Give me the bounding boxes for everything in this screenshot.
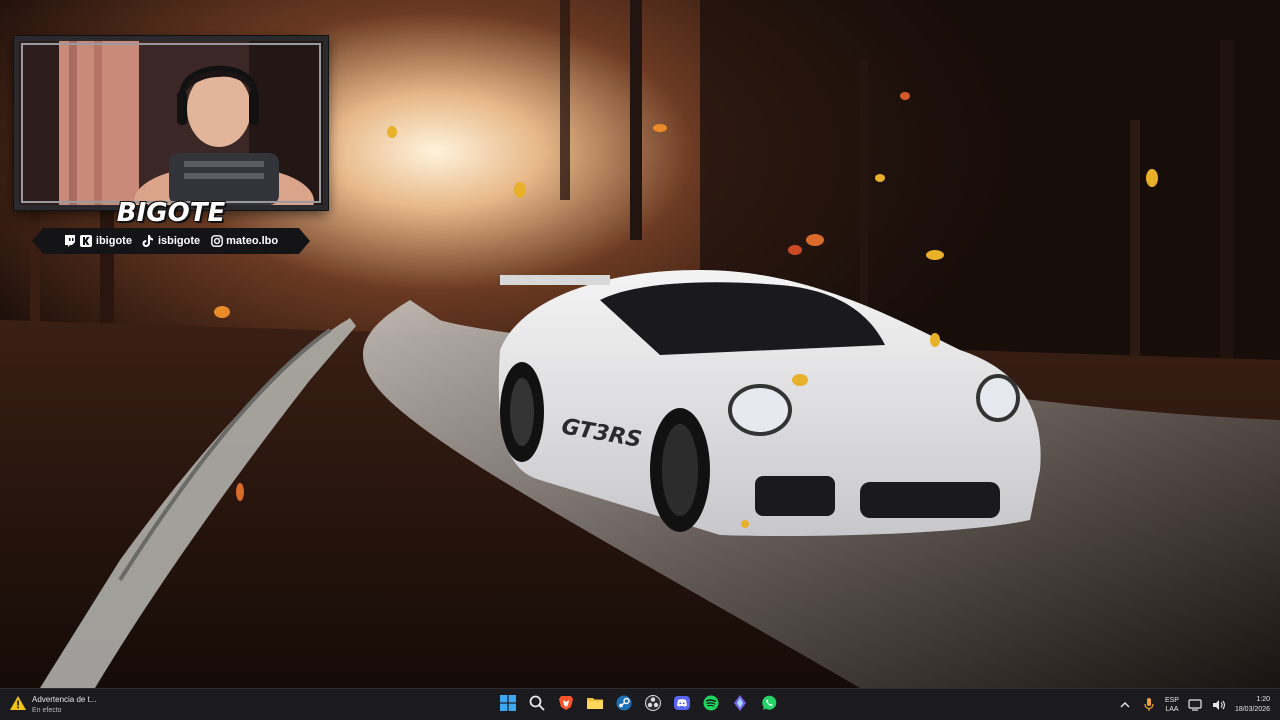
social-links-bar: ibigote isbigote mateo.lbo: [32, 228, 310, 254]
file-explorer-button[interactable]: [583, 692, 607, 718]
input-language-indicator[interactable]: ESP LAA: [1165, 696, 1179, 714]
language-code: ESP: [1164, 697, 1179, 704]
warning-icon: [10, 695, 26, 715]
discord-button[interactable]: [670, 692, 694, 718]
brave-browser-button[interactable]: [554, 692, 578, 718]
frame-corner: [300, 41, 323, 64]
frame-corner: [19, 41, 42, 64]
notification-title: Advertencia de t...: [32, 695, 97, 704]
webcam-overlay: BIGOTE ibigote isbigote mateo.lbo: [14, 36, 328, 258]
spotify-button[interactable]: [699, 692, 723, 718]
network-icon[interactable]: [1187, 697, 1203, 713]
chevron-up-icon[interactable]: [1117, 697, 1133, 713]
clock-date: 18/03/2026: [1234, 706, 1270, 713]
keyboard-layout: LAA: [1165, 706, 1179, 713]
search-button[interactable]: [525, 692, 549, 718]
taskbar: Advertencia de t... En efecto ESP LAA 1:…: [0, 688, 1280, 720]
folder-icon: [587, 695, 603, 716]
diamond-app-icon: [732, 694, 748, 716]
whatsapp-icon: [761, 695, 777, 716]
taskbar-apps: [496, 692, 781, 718]
discord-icon: [674, 695, 690, 716]
obs-icon: [645, 694, 661, 716]
webcam-person-image: [19, 41, 323, 205]
steam-icon: [616, 695, 632, 716]
webcam-feed: [14, 36, 328, 210]
streamer-name: BIGOTE: [116, 198, 226, 228]
system-tray: ESP LAA 1:20 18/03/2026: [1117, 692, 1270, 718]
microphone-icon[interactable]: [1141, 697, 1157, 713]
instagram-icon: [210, 235, 223, 248]
windows-icon: [500, 694, 516, 716]
instagram-handle: mateo.lbo: [226, 235, 279, 247]
clock-time: 1:20: [1256, 696, 1270, 703]
app-launcher-button[interactable]: [728, 692, 752, 718]
search-icon: [529, 695, 545, 716]
start-button[interactable]: [496, 692, 520, 718]
whatsapp-button[interactable]: [757, 692, 781, 718]
notification-weather-warning[interactable]: Advertencia de t... En efecto: [10, 693, 96, 717]
spotify-icon: [703, 695, 719, 716]
tiktok-icon: [142, 235, 155, 248]
social-instagram: mateo.lbo: [210, 235, 278, 248]
frame-corner: [300, 182, 323, 205]
social-tiktok: isbigote: [142, 235, 200, 248]
steam-button[interactable]: [612, 692, 636, 718]
notification-subtitle: En efecto: [32, 707, 62, 714]
twitch-icon: [64, 235, 77, 248]
streamer-name-plate: BIGOTE: [50, 198, 292, 228]
tiktok-handle: isbigote: [157, 235, 201, 247]
brave-icon: [558, 695, 574, 716]
clock[interactable]: 1:20 18/03/2026: [1235, 695, 1270, 715]
kick-icon: [80, 235, 93, 248]
frame-corner: [19, 182, 42, 205]
volume-icon[interactable]: [1211, 697, 1227, 713]
obs-button[interactable]: [641, 692, 665, 718]
twitch-handle: ibigote: [95, 235, 132, 247]
social-twitch: ibigote: [64, 235, 132, 248]
